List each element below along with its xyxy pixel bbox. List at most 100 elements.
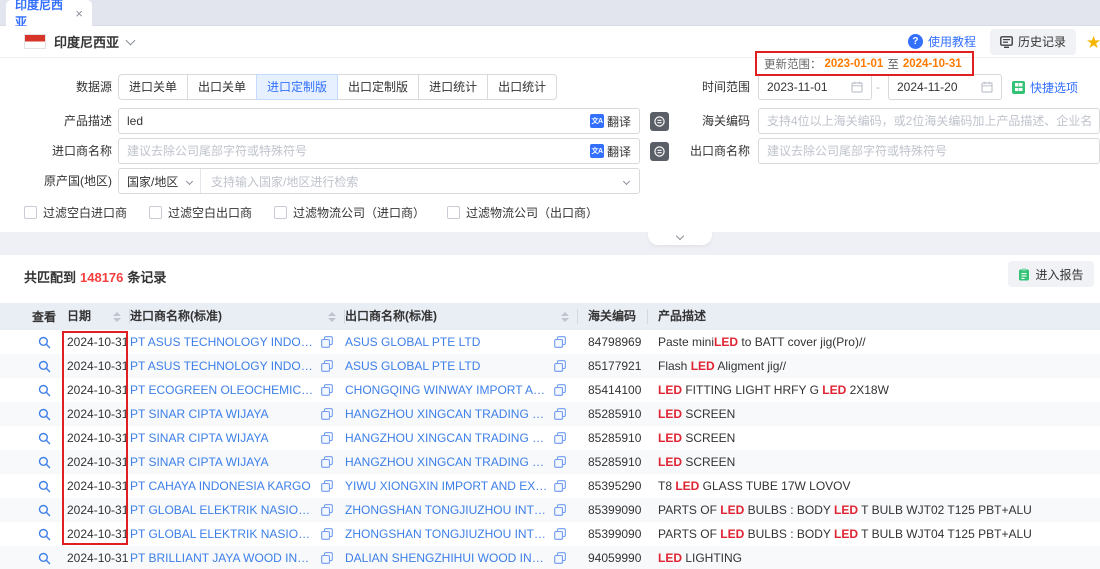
- tab-export-declaration[interactable]: 出口关单: [187, 74, 257, 100]
- exporter-link[interactable]: ZHONGSHAN TONGJIUZHOU INTERNA...: [345, 503, 548, 517]
- translate-button[interactable]: 文A 翻译: [590, 113, 631, 130]
- copy-icon[interactable]: [554, 528, 566, 540]
- magnifier-icon: [38, 384, 51, 397]
- checkbox-filter-blank-importer[interactable]: 过滤空白进口商: [24, 204, 127, 221]
- importer-link[interactable]: PT SINAR CIPTA WIJAYA: [130, 407, 315, 421]
- tab-import-statistics[interactable]: 进口统计: [418, 74, 488, 100]
- copy-icon[interactable]: [321, 360, 333, 372]
- product-desc-input[interactable]: [127, 114, 590, 128]
- checkbox-filter-blank-exporter[interactable]: 过滤空白出口商: [149, 204, 252, 221]
- tab-import-declaration[interactable]: 进口关单: [118, 74, 188, 100]
- sort-icon[interactable]: [561, 312, 569, 322]
- checkbox-icon[interactable]: [274, 206, 287, 219]
- copy-icon[interactable]: [321, 432, 333, 444]
- copy-icon[interactable]: [321, 504, 333, 516]
- view-detail-button[interactable]: [38, 552, 51, 565]
- copy-icon[interactable]: [321, 552, 333, 564]
- chevron-down-icon: [676, 232, 684, 240]
- copy-icon[interactable]: [321, 336, 333, 348]
- importer-link[interactable]: PT SINAR CIPTA WIJAYA: [130, 431, 315, 445]
- importer-link[interactable]: PT CAHAYA INDONESIA KARGO: [130, 479, 315, 493]
- importer-link[interactable]: PT SINAR CIPTA WIJAYA: [130, 455, 315, 469]
- header-date[interactable]: 日期: [64, 309, 130, 324]
- quick-options-link[interactable]: 快捷选项: [1012, 74, 1078, 100]
- copy-icon[interactable]: [554, 384, 566, 396]
- importer-name-input[interactable]: [127, 144, 590, 158]
- origin-country-select[interactable]: 国家/地区: [119, 169, 201, 193]
- checkbox-icon[interactable]: [149, 206, 162, 219]
- date-from-input[interactable]: 2023-11-01: [758, 74, 872, 100]
- importer-link[interactable]: PT GLOBAL ELEKTRIK NASIONAL: [130, 503, 315, 517]
- view-detail-button[interactable]: [38, 456, 51, 469]
- view-detail-button[interactable]: [38, 432, 51, 445]
- view-detail-button[interactable]: [38, 480, 51, 493]
- copy-icon[interactable]: [554, 408, 566, 420]
- copy-icon[interactable]: [321, 480, 333, 492]
- tab-indonesia[interactable]: 印度尼西亚 ×: [6, 0, 92, 26]
- tab-import-custom[interactable]: 进口定制版: [256, 74, 338, 100]
- tab-export-statistics[interactable]: 出口统计: [487, 74, 557, 100]
- view-detail-button[interactable]: [38, 504, 51, 517]
- importer-cell: PT CAHAYA INDONESIA KARGO: [130, 479, 345, 493]
- copy-icon[interactable]: [321, 384, 333, 396]
- tutorial-link[interactable]: ? 使用教程: [908, 33, 976, 50]
- translate-button[interactable]: 文A 翻译: [590, 143, 631, 160]
- copy-icon[interactable]: [321, 528, 333, 540]
- origin-search-placeholder[interactable]: 支持输入国家/地区进行检索: [201, 173, 624, 190]
- datasource-label: 数据源: [0, 74, 112, 100]
- importer-link[interactable]: PT BRILLIANT JAYA WOOD INDUSTRY: [130, 551, 315, 565]
- checkbox-filter-logistics-importer[interactable]: 过滤物流公司（进口商）: [274, 204, 425, 221]
- importer-link[interactable]: PT ASUS TECHNOLOGY INDONESIA BA...: [130, 359, 315, 373]
- exporter-link[interactable]: HANGZHOU XINGCAN TRADING CO LTD: [345, 455, 548, 469]
- copy-icon[interactable]: [554, 336, 566, 348]
- copy-icon[interactable]: [554, 552, 566, 564]
- checkbox-icon[interactable]: [24, 206, 37, 219]
- view-detail-button[interactable]: [38, 384, 51, 397]
- exporter-link[interactable]: HANGZHOU XINGCAN TRADING CO LTD: [345, 407, 548, 421]
- hs-code-input[interactable]: [758, 108, 1100, 134]
- close-icon[interactable]: ×: [75, 7, 83, 20]
- chevron-down-icon[interactable]: [126, 35, 136, 45]
- tab-export-custom[interactable]: 出口定制版: [337, 74, 419, 100]
- enter-report-button[interactable]: 进入报告: [1008, 261, 1094, 287]
- exporter-link[interactable]: CHONGQING WINWAY IMPORT AND E...: [345, 383, 548, 397]
- header-product: 产品描述: [648, 309, 1100, 324]
- tab-bar: 印度尼西亚 ×: [0, 0, 1100, 26]
- importer-link[interactable]: PT GLOBAL ELEKTRIK NASIONAL: [130, 527, 315, 541]
- view-detail-button[interactable]: [38, 336, 51, 349]
- copy-icon[interactable]: [554, 360, 566, 372]
- copy-icon[interactable]: [554, 504, 566, 516]
- checkbox-filter-logistics-exporter[interactable]: 过滤物流公司（出口商）: [447, 204, 598, 221]
- exporter-link[interactable]: HANGZHOU XINGCAN TRADING CO LTD: [345, 431, 548, 445]
- sort-icon[interactable]: [328, 312, 336, 322]
- header-importer[interactable]: 进口商名称(标准): [130, 309, 345, 324]
- exporter-name-input[interactable]: [758, 138, 1100, 164]
- origin-select-value: 国家/地区: [127, 173, 178, 190]
- exporter-link[interactable]: DALIAN SHENGZHIHUI WOOD INDUST...: [345, 551, 548, 565]
- exporter-link[interactable]: ZHONGSHAN TONGJIUZHOU INTERNA...: [345, 527, 548, 541]
- collapse-form-button[interactable]: [648, 232, 712, 245]
- importer-link[interactable]: PT ECOGREEN OLEOCHEMICALS: [130, 383, 315, 397]
- favorite-star-icon[interactable]: ★: [1086, 33, 1100, 53]
- copy-icon[interactable]: [321, 456, 333, 468]
- history-button[interactable]: 历史记录: [990, 29, 1076, 55]
- exporter-name-label: 出口商名称: [650, 138, 750, 164]
- header-exporter[interactable]: 出口商名称(标准): [345, 309, 578, 324]
- importer-link[interactable]: PT ASUS TECHNOLOGY INDONESIA BA...: [130, 335, 315, 349]
- copy-icon[interactable]: [554, 456, 566, 468]
- sort-icon[interactable]: [113, 312, 121, 322]
- cell-date: 2024-10-31: [64, 359, 130, 373]
- checkbox-icon[interactable]: [447, 206, 460, 219]
- exporter-link[interactable]: ASUS GLOBAL PTE LTD: [345, 359, 548, 373]
- copy-icon[interactable]: [554, 432, 566, 444]
- exporter-link[interactable]: YIWU XIONGXIN IMPORT AND EXPORT...: [345, 479, 548, 493]
- view-detail-button[interactable]: [38, 528, 51, 541]
- view-detail-button[interactable]: [38, 408, 51, 421]
- checkbox-label: 过滤空白出口商: [168, 204, 252, 221]
- copy-icon[interactable]: [554, 480, 566, 492]
- copy-icon[interactable]: [321, 408, 333, 420]
- exporter-link[interactable]: ASUS GLOBAL PTE LTD: [345, 335, 548, 349]
- view-detail-button[interactable]: [38, 360, 51, 373]
- cell-product: LED SCREEN: [648, 455, 1100, 469]
- date-to-input[interactable]: 2024-11-20: [888, 74, 1002, 100]
